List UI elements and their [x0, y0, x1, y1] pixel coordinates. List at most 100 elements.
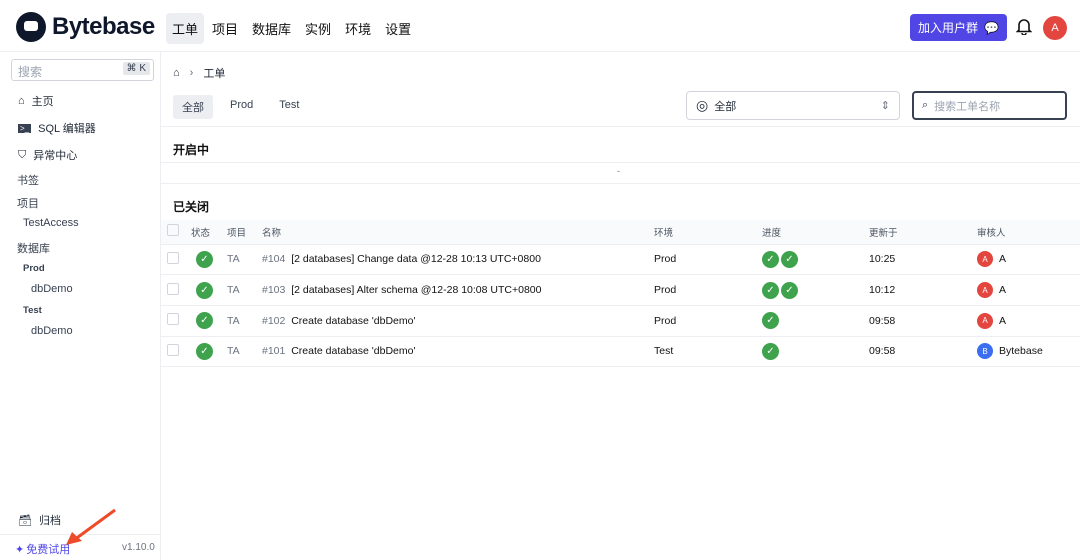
- tab-test[interactable]: Test: [270, 95, 308, 119]
- step-done-icon: ✓: [781, 250, 798, 268]
- row-checkbox[interactable]: [167, 313, 179, 326]
- top-header: Bytebase 工单 项目 数据库 实例 环境 设置 加入用户群 💬 A: [0, 0, 1080, 52]
- step-done-icon: ✓: [762, 250, 779, 268]
- project-key: TA: [227, 305, 262, 337]
- database-item[interactable]: dbDemo: [31, 283, 73, 295]
- open-section-title: 开启中: [173, 143, 210, 157]
- issue-name[interactable]: #103 [2 databases] Alter schema @12-28 1…: [262, 274, 654, 306]
- project-item[interactable]: TestAccess: [23, 217, 79, 229]
- nav-environments[interactable]: 环境: [339, 13, 377, 44]
- project-key: TA: [227, 244, 262, 276]
- sparkle-icon: ✦: [15, 543, 25, 556]
- project-key: TA: [227, 274, 262, 306]
- issue-reviewer: AA: [977, 274, 1080, 306]
- reviewer-avatar: A: [977, 312, 993, 329]
- issue-env: Prod: [654, 274, 762, 306]
- status-done-icon: ✓: [196, 281, 213, 299]
- divider: [161, 183, 1080, 184]
- user-avatar[interactable]: A: [1043, 16, 1067, 40]
- closed-section-title: 已关闭: [173, 200, 210, 214]
- issue-name[interactable]: #101 Create database 'dbDemo': [262, 336, 654, 368]
- databases-label[interactable]: 数据库: [17, 240, 50, 256]
- issue-name[interactable]: #102 Create database 'dbDemo': [262, 305, 654, 337]
- table-row[interactable]: ✓ TA #104 [2 databases] Change data @12-…: [161, 244, 1080, 276]
- step-done-icon: ✓: [781, 281, 798, 299]
- status-done-icon: ✓: [196, 312, 213, 330]
- issue-reviewer: AA: [977, 244, 1080, 276]
- main-nav: 工单 项目 数据库 实例 环境 设置: [166, 13, 417, 44]
- issue-updated: 09:58: [869, 305, 977, 337]
- shortcut-hint: ⌘ K: [122, 62, 150, 75]
- nav-projects[interactable]: 项目: [206, 13, 244, 44]
- table-row[interactable]: ✓ TA #103 [2 databases] Alter schema @12…: [161, 274, 1080, 306]
- sidebar-search-input[interactable]: 搜索 ⌘ K: [11, 59, 154, 81]
- col-name: 名称: [262, 220, 654, 245]
- chat-icon: 💬: [984, 20, 999, 35]
- issue-updated: 10:12: [869, 274, 977, 306]
- table-header: 状态 项目 名称 环境 进度 更新于 审核人: [161, 220, 1080, 245]
- col-env: 环境: [654, 220, 762, 245]
- issue-progress: ✓ ✓: [762, 244, 869, 276]
- bytebase-logo[interactable]: Bytebase: [16, 12, 155, 42]
- table-row[interactable]: ✓ TA #101 Create database 'dbDemo' Test …: [161, 336, 1080, 368]
- issue-reviewer: B Bytebase: [977, 336, 1080, 368]
- step-done-icon: ✓: [762, 281, 779, 299]
- join-community-button[interactable]: 加入用户群 💬: [910, 14, 1007, 41]
- row-checkbox[interactable]: [167, 343, 179, 356]
- project-key: TA: [227, 336, 262, 368]
- issue-search-input[interactable]: ⌕ 搜索工单名称: [912, 91, 1067, 120]
- sidebar-item-archive[interactable]: 🗃 归档: [18, 512, 61, 528]
- breadcrumb: ⌂ › 工单: [173, 67, 226, 80]
- open-empty: -: [617, 166, 620, 176]
- reviewer-avatar: A: [977, 251, 993, 268]
- sidebar: 搜索 ⌘ K ⌂ 主页 >_ SQL 编辑器 ⛉ 异常中心 书签 项目 TestAcce…: [0, 52, 161, 560]
- issue-name[interactable]: #104 [2 databases] Change data @12-28 10…: [262, 244, 654, 276]
- issue-table: 状态 项目 名称 环境 进度 更新于 审核人 ✓ TA #104 [2 data…: [161, 220, 1080, 368]
- issue-progress: ✓: [762, 336, 869, 368]
- tab-prod[interactable]: Prod: [221, 95, 262, 119]
- logo-icon: [16, 12, 46, 42]
- chevron-right-icon: ›: [189, 67, 194, 79]
- nav-instances[interactable]: 实例: [299, 13, 337, 44]
- issue-env: Prod: [654, 305, 762, 337]
- col-reviewer: 审核人: [977, 220, 1080, 245]
- issue-reviewer: AA: [977, 305, 1080, 337]
- nav-issues[interactable]: 工单: [166, 13, 205, 44]
- sidebar-item-sql-editor[interactable]: >_ SQL 编辑器: [18, 120, 96, 136]
- home-icon: ⌂: [18, 95, 25, 107]
- terminal-icon: >_: [18, 123, 32, 133]
- step-done-icon: ✓: [762, 342, 779, 360]
- nav-settings[interactable]: 设置: [379, 13, 417, 44]
- divider: [161, 162, 1080, 163]
- status-done-icon: ✓: [196, 342, 213, 360]
- tab-all[interactable]: 全部: [173, 95, 213, 119]
- sidebar-item-anomaly[interactable]: ⛉ 异常中心: [18, 147, 77, 163]
- search-icon: ⌕: [922, 99, 929, 111]
- projects-label[interactable]: 项目: [17, 195, 39, 211]
- bookmarks-label[interactable]: 书签: [17, 172, 39, 188]
- row-checkbox[interactable]: [167, 251, 179, 264]
- database-item[interactable]: dbDemo: [31, 325, 73, 337]
- annotation-arrow-icon: [66, 508, 116, 545]
- version-label: v1.10.0: [122, 542, 155, 553]
- issue-progress: ✓ ✓: [762, 274, 869, 306]
- status-done-icon: ✓: [196, 250, 213, 268]
- home-icon[interactable]: ⌂: [173, 67, 180, 79]
- env-group-prod: Prod: [23, 263, 45, 274]
- archive-icon: 🗃: [18, 514, 32, 527]
- sidebar-item-home[interactable]: ⌂ 主页: [18, 93, 54, 109]
- divider: [161, 126, 1080, 127]
- env-group-test: Test: [23, 305, 42, 316]
- env-tabs: 全部 Prod Test: [173, 95, 308, 119]
- issue-progress: ✓: [762, 305, 869, 337]
- row-checkbox[interactable]: [167, 282, 179, 295]
- bell-icon[interactable]: [1016, 18, 1032, 35]
- issue-env: Test: [654, 336, 762, 368]
- issue-updated: 09:58: [869, 336, 977, 368]
- nav-databases[interactable]: 数据库: [246, 13, 297, 44]
- table-row[interactable]: ✓ TA #102 Create database 'dbDemo' Prod …: [161, 305, 1080, 337]
- reviewer-avatar: A: [977, 282, 993, 299]
- assignee-select[interactable]: ◎ 全部 ⇕: [686, 91, 900, 120]
- select-all-checkbox[interactable]: [167, 224, 179, 237]
- shield-icon: ⛉: [18, 148, 27, 161]
